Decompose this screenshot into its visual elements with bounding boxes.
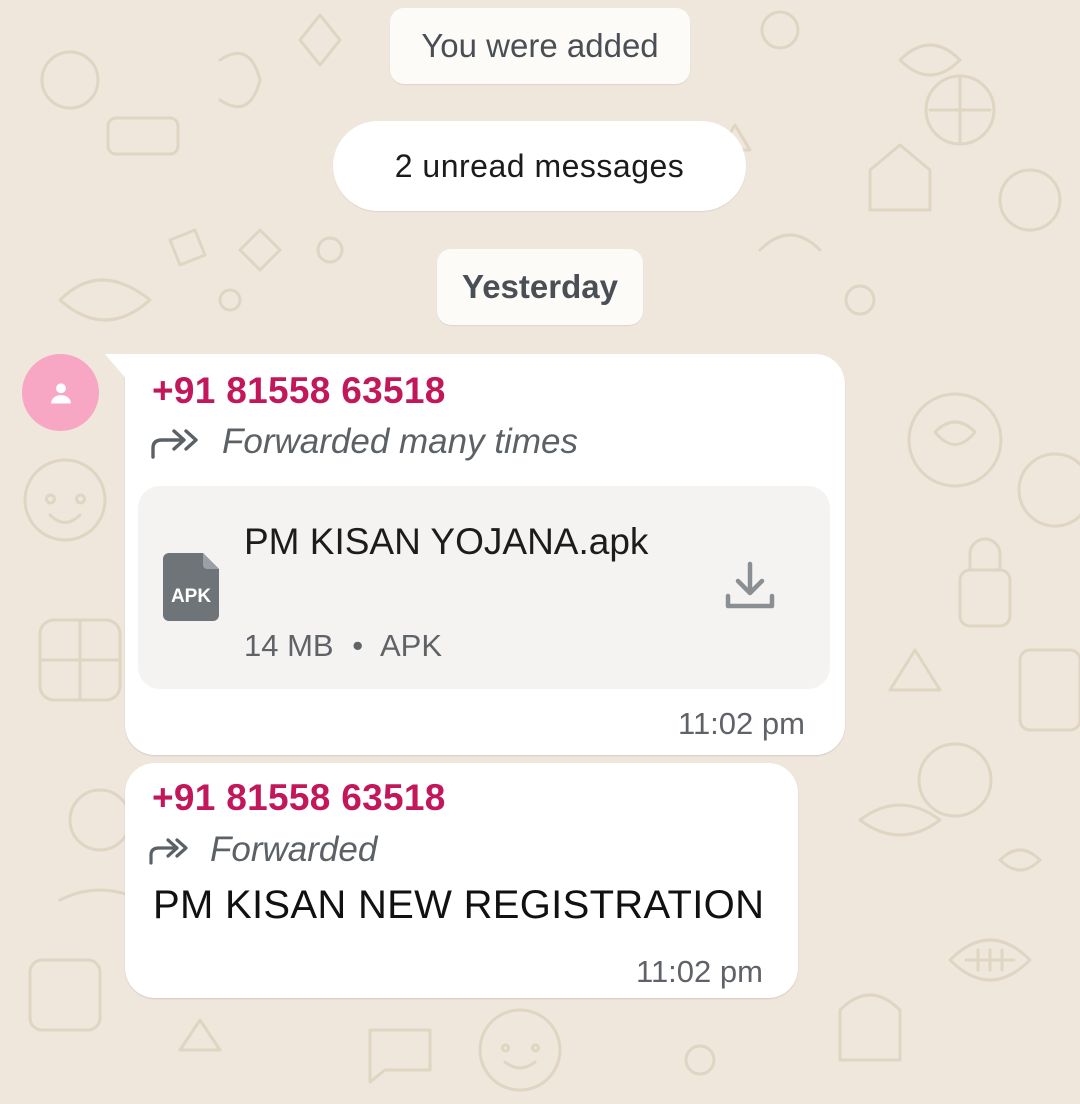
chat-thread[interactable]: You were added 2 unread messages Yesterd… — [0, 0, 1080, 1104]
file-meta: 14 MB • APK — [244, 628, 442, 664]
system-message-added-text: You were added — [421, 27, 659, 64]
avatar-person-icon — [50, 382, 71, 403]
forwarded-text: Forwarded many times — [222, 422, 578, 461]
file-name: PM KISAN YOJANA.apk — [244, 521, 649, 562]
date-divider-text: Yesterday — [462, 268, 618, 305]
forwarded-icon — [149, 838, 188, 865]
sender-avatar[interactable] — [22, 354, 99, 431]
sender-phone[interactable]: +91 81558 63518 — [152, 777, 446, 819]
file-attachment[interactable]: APK PM KISAN YOJANA.apk 14 MB • APK — [138, 486, 830, 689]
message-bubble[interactable]: +91 81558 63518 Forwarded many times APK… — [105, 354, 845, 755]
forwarded-text: Forwarded — [210, 830, 378, 869]
apk-badge-text: APK — [171, 586, 211, 607]
message-bubble[interactable]: +91 81558 63518 Forwarded PM KISAN NEW R… — [125, 763, 798, 998]
file-type: APK — [380, 628, 443, 663]
message-text[interactable]: PM KISAN NEW REGISTRATION — [153, 883, 764, 928]
forwarded-label: Forwarded many times — [150, 422, 578, 462]
system-message-added: You were added — [390, 8, 690, 84]
file-meta-separator: • — [352, 628, 364, 663]
unread-messages-banner: 2 unread messages — [333, 121, 746, 211]
download-icon[interactable] — [724, 560, 776, 612]
forwarded-many-icon — [151, 429, 198, 459]
date-divider: Yesterday — [437, 249, 643, 325]
apk-file-icon: APK — [163, 553, 219, 621]
sender-phone[interactable]: +91 81558 63518 — [152, 370, 446, 412]
message-time: 11:02 pm — [678, 706, 805, 741]
file-size: 14 MB — [244, 628, 334, 663]
forwarded-label: Forwarded — [148, 830, 377, 870]
bubble-tail — [105, 354, 127, 380]
message-time: 11:02 pm — [636, 954, 763, 989]
unread-messages-text: 2 unread messages — [394, 147, 685, 184]
